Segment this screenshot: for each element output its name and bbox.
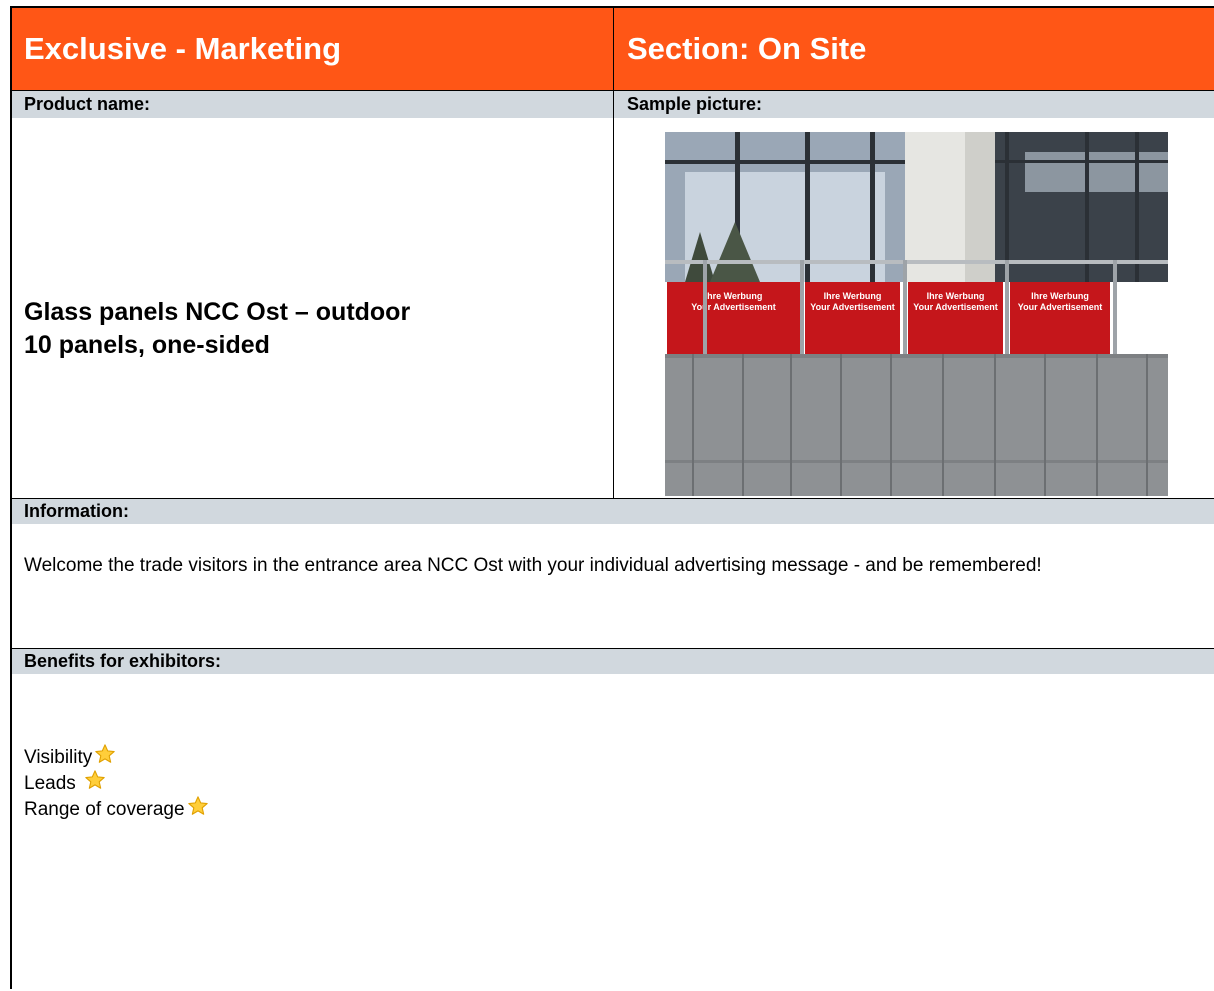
ad-panel-text: Ihre Werbung	[927, 291, 985, 301]
information-label: Information:	[24, 501, 129, 521]
ad-panel-text: Ihre Werbung	[824, 291, 882, 301]
information-header: Information:	[12, 499, 1214, 524]
star-icon	[84, 769, 106, 799]
sheet-title: Exclusive - Marketing	[12, 8, 614, 90]
information-text: Welcome the trade visitors in the entran…	[24, 555, 1042, 576]
benefit-label: Visibility	[24, 747, 93, 768]
product-name-line-2: 10 panels, one-sided	[24, 331, 270, 359]
ad-panel-text: Your Advertisement	[810, 302, 895, 312]
star-icon	[187, 795, 209, 825]
benefit-item: Range of coverage	[24, 795, 209, 825]
product-name-label: Product name:	[12, 91, 614, 118]
ad-panel-text: Ihre Werbung	[705, 291, 763, 301]
benefit-item: Visibility	[24, 744, 209, 771]
product-name-cell: Glass panels NCC Ost – outdoor 10 panels…	[12, 118, 614, 498]
section-title: Section: On Site	[627, 31, 867, 66]
subheader-bar: Product name: Sample picture:	[12, 91, 1214, 118]
benefits-list: Visibility Leads Range of coverage	[24, 744, 209, 825]
ad-panel-text: Your Advertisement	[913, 302, 998, 312]
benefits-body: Visibility Leads Range of coverage	[12, 674, 1214, 991]
sample-photo: Ihre Werbung Your Advertisement Ihre Werbu…	[665, 132, 1168, 496]
product-row: Glass panels NCC Ost – outdoor 10 panels…	[12, 118, 1214, 499]
ad-panel-text: Ihre Werbung	[1031, 291, 1089, 301]
information-body: Welcome the trade visitors in the entran…	[12, 524, 1214, 649]
benefits-header: Benefits for exhibitors:	[12, 649, 1214, 674]
product-name-line-1: Glass panels NCC Ost – outdoor	[24, 298, 411, 326]
sample-picture-cell: Ihre Werbung Your Advertisement Ihre Werbu…	[615, 118, 1214, 498]
benefit-item: Leads	[24, 769, 209, 799]
benefits-label: Benefits for exhibitors:	[24, 651, 222, 671]
product-sheet: Exclusive - Marketing Section: On Site P…	[10, 6, 1214, 989]
ad-panel-text: Your Advertisement	[1018, 302, 1103, 312]
title-bar: Exclusive - Marketing Section: On Site	[12, 8, 1214, 91]
product-name: Glass panels NCC Ost – outdoor 10 panels…	[24, 296, 410, 362]
benefit-label: Range of coverage	[24, 799, 185, 820]
sample-picture-label: Sample picture:	[627, 94, 763, 114]
benefit-label: Leads	[24, 773, 76, 794]
